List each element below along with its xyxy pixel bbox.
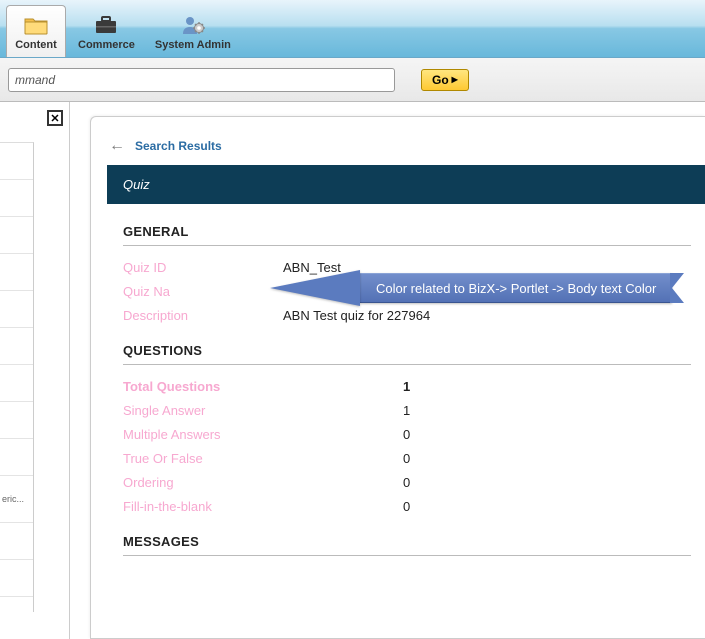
list-item[interactable]: eric... [0, 476, 33, 523]
back-arrow-icon[interactable]: ← [109, 137, 125, 155]
section-questions: QUESTIONS Total Questions 1 Single Answe… [123, 343, 691, 514]
label: Quiz Na [123, 284, 283, 299]
label: Fill-in-the-blank [123, 499, 283, 514]
label: Quiz ID [123, 260, 283, 275]
annotation-callout: Color related to BizX-> Portlet -> Body … [270, 270, 684, 306]
content-card: ← Search Results Quiz GENERAL Quiz ID AB… [90, 116, 705, 639]
nav-tab-content[interactable]: Content [6, 5, 66, 57]
value: 0 [403, 475, 410, 490]
value: 1 [403, 403, 410, 418]
nav-tab-sysadmin[interactable]: System Admin [147, 5, 239, 57]
label: Ordering [123, 475, 283, 490]
value: ABN Test quiz for 227964 [283, 308, 430, 323]
list-item[interactable] [0, 217, 33, 254]
field-multiple-answers: Multiple Answers 0 [123, 427, 691, 442]
nav-tab-commerce[interactable]: Commerce [70, 5, 143, 57]
field-description: Description ABN Test quiz for 227964 [123, 308, 691, 323]
value: 0 [403, 427, 410, 442]
go-label: Go [432, 73, 449, 87]
field-ordering: Ordering 0 [123, 475, 691, 490]
top-nav: Content Commerce System Admin [0, 0, 705, 58]
list-item[interactable] [0, 180, 33, 217]
admin-icon [180, 14, 206, 36]
list-item[interactable] [0, 291, 33, 328]
go-button[interactable]: Go ▶ [421, 69, 469, 91]
section-title-questions: QUESTIONS [123, 343, 691, 365]
list-item[interactable] [0, 439, 33, 476]
left-list[interactable]: eric... nchor... Anchc [0, 142, 34, 612]
list-item[interactable] [0, 597, 33, 612]
list-item[interactable] [0, 328, 33, 365]
value: 1 [403, 379, 410, 394]
content-panel: ← Search Results Quiz GENERAL Quiz ID AB… [70, 102, 705, 639]
main-area: ✕ eric... nchor... Anchc ← Searc [0, 102, 705, 639]
arrow-head-icon [270, 270, 360, 306]
section-title-general: GENERAL [123, 224, 691, 246]
breadcrumb: ← Search Results [109, 137, 705, 155]
label: Multiple Answers [123, 427, 283, 442]
briefcase-icon [93, 14, 119, 36]
left-panel: ✕ eric... nchor... Anchc [0, 102, 70, 639]
label: Description [123, 308, 283, 323]
section-messages: MESSAGES [123, 534, 691, 556]
field-total-questions: Total Questions 1 [123, 379, 691, 394]
list-item[interactable] [0, 523, 33, 560]
close-panel-button[interactable]: ✕ [47, 110, 63, 126]
arrow-tail-icon [672, 273, 684, 303]
section-title-messages: MESSAGES [123, 534, 691, 556]
annotation-text: Color related to BizX-> Portlet -> Body … [360, 273, 672, 303]
list-item[interactable] [0, 143, 33, 180]
search-results-link[interactable]: Search Results [135, 139, 222, 153]
field-fill-in-blank: Fill-in-the-blank 0 [123, 499, 691, 514]
nav-label-content: Content [15, 39, 57, 51]
list-item[interactable] [0, 365, 33, 402]
value: 0 [403, 451, 410, 466]
command-bar: Go ▶ [0, 58, 705, 102]
field-true-or-false: True Or False 0 [123, 451, 691, 466]
label: True Or False [123, 451, 283, 466]
page-title: Quiz [107, 165, 705, 204]
list-item[interactable] [0, 402, 33, 439]
nav-label-sysadmin: System Admin [155, 39, 231, 51]
command-input[interactable] [8, 68, 395, 92]
field-single-answer: Single Answer 1 [123, 403, 691, 418]
label: Single Answer [123, 403, 283, 418]
list-item[interactable] [0, 254, 33, 291]
chevron-right-icon: ▶ [452, 75, 458, 84]
value: 0 [403, 499, 410, 514]
folder-icon [23, 14, 49, 36]
list-item[interactable] [0, 560, 33, 597]
label: Total Questions [123, 379, 283, 394]
nav-label-commerce: Commerce [78, 39, 135, 51]
